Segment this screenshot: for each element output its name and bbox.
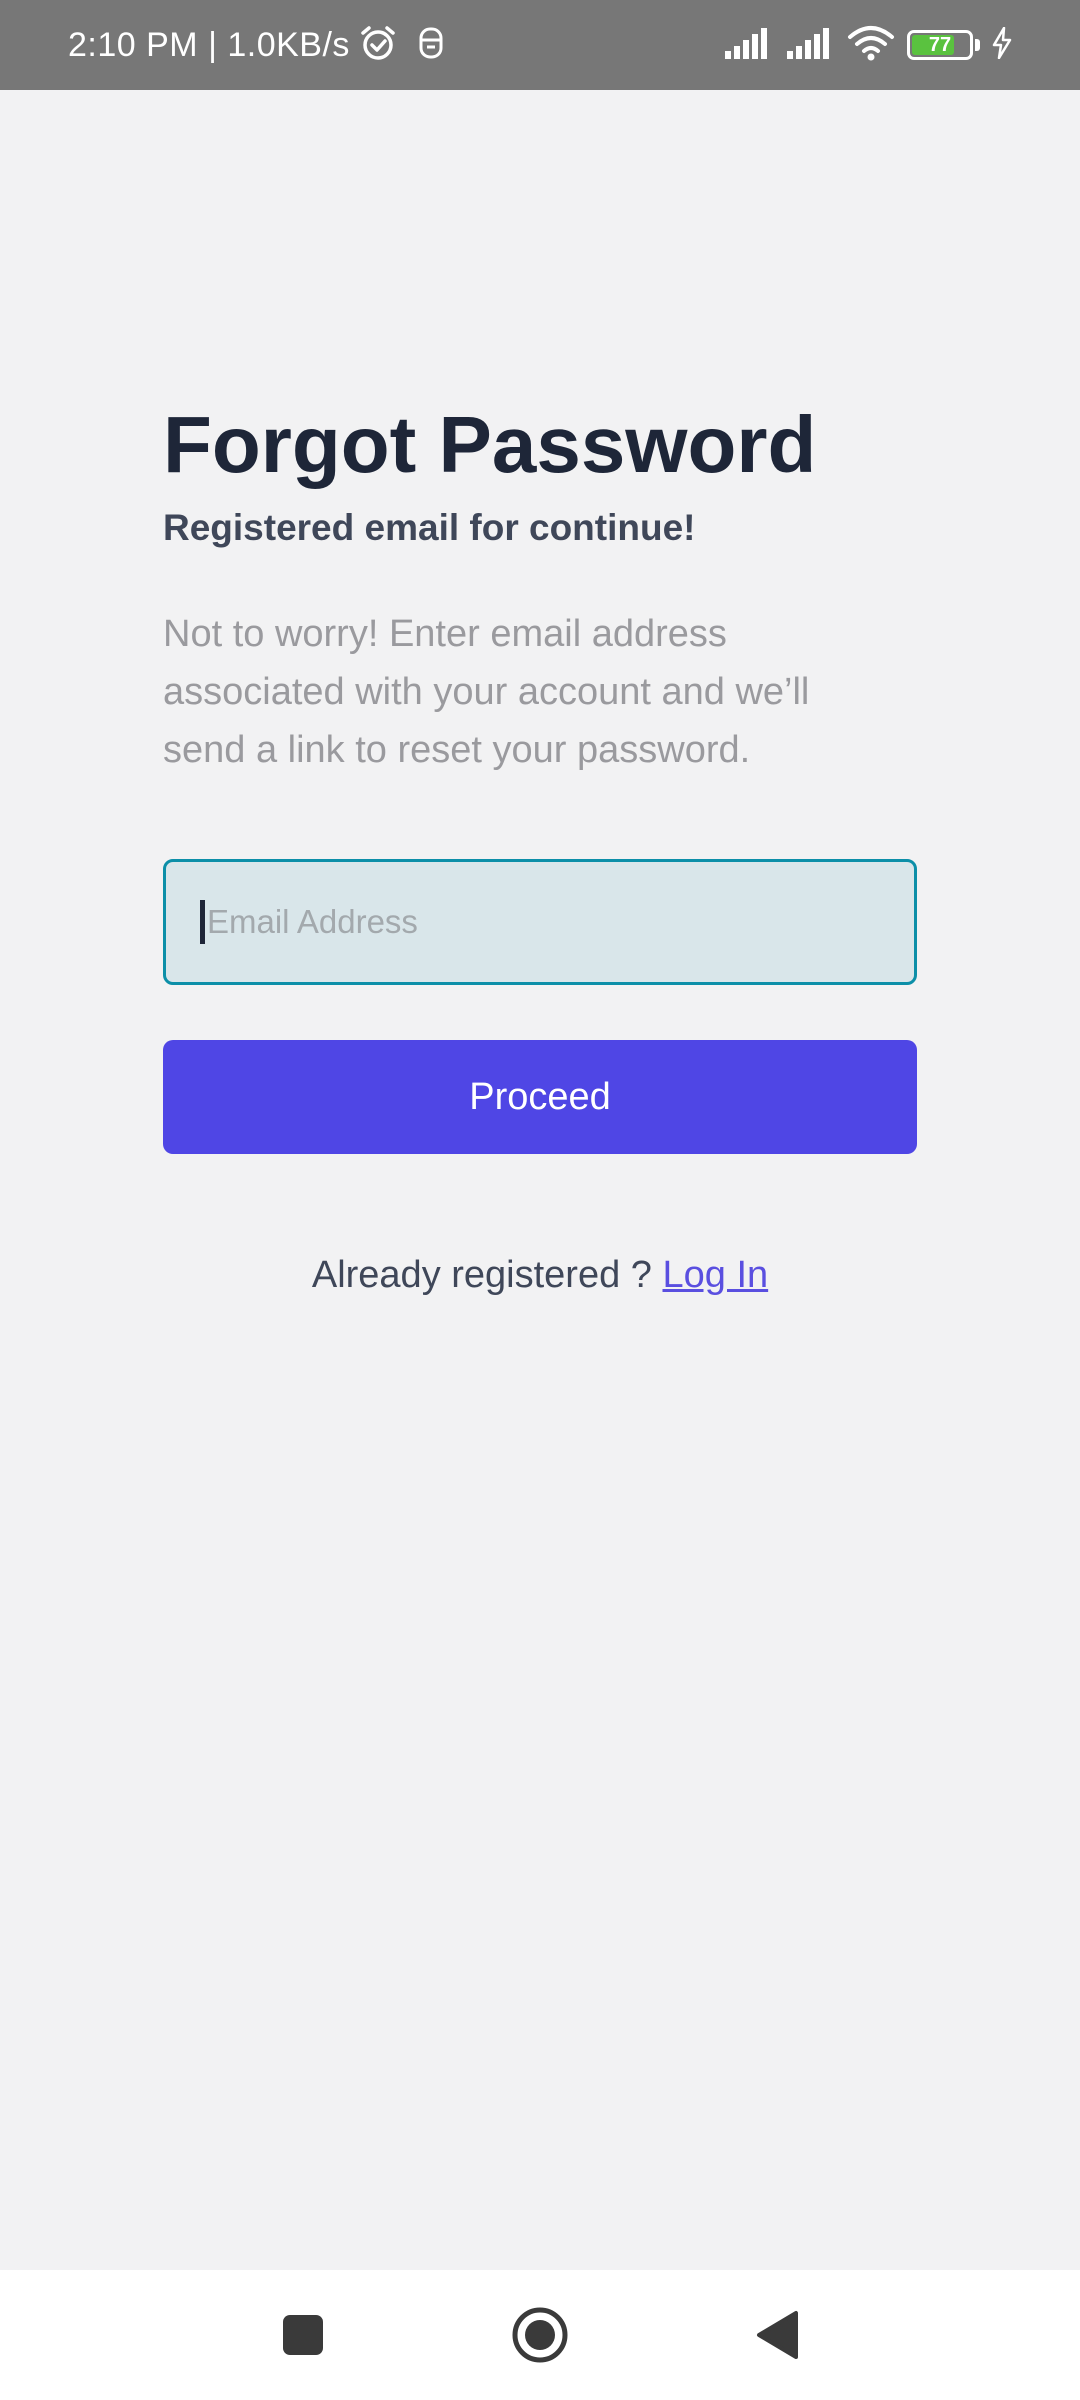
alarm-icon [358, 23, 398, 68]
charging-icon [992, 26, 1012, 64]
status-left: 2:10 PM | 1.0KB/s [68, 0, 446, 90]
home-button[interactable] [480, 2270, 600, 2400]
page-title: Forgot Password [163, 400, 817, 489]
recent-apps-button[interactable] [243, 2270, 363, 2400]
login-link[interactable]: Log In [662, 1254, 768, 1296]
battery-cap [975, 39, 980, 51]
status-bar: 2:10 PM | 1.0KB/s 77 [0, 0, 1080, 90]
square-icon [283, 2315, 323, 2355]
proceed-button[interactable]: Proceed [163, 1040, 917, 1154]
login-prompt-text: Already registered ? [311, 1254, 663, 1296]
status-time-speed: 2:10 PM | 1.0KB/s [68, 25, 350, 64]
triangle-back-icon [757, 2311, 798, 2359]
wifi-icon [847, 25, 895, 66]
login-prompt-row: Already registered ? Log In [163, 1254, 917, 1297]
back-button[interactable] [717, 2270, 837, 2400]
email-input[interactable] [207, 862, 914, 982]
status-right: 77 [723, 0, 1012, 90]
text-caret [200, 900, 205, 944]
navigation-bar [0, 2270, 1080, 2400]
forgot-password-screen: 2:10 PM | 1.0KB/s 77 Forgot Password Reg… [0, 0, 1080, 2400]
page-subtitle: Registered email for continue! [163, 507, 696, 548]
instructions-text: Not to worry! Enter email address associ… [163, 613, 810, 771]
email-field[interactable] [163, 859, 917, 985]
notification-icon [416, 25, 446, 66]
signal-icon-2 [785, 27, 835, 64]
battery-icon: 77 [907, 30, 973, 60]
circle-icon [512, 2307, 568, 2363]
battery-level: 77 [928, 33, 952, 56]
signal-icon [723, 27, 773, 64]
forgot-password-form: Forgot Password Registered email for con… [163, 395, 917, 1297]
